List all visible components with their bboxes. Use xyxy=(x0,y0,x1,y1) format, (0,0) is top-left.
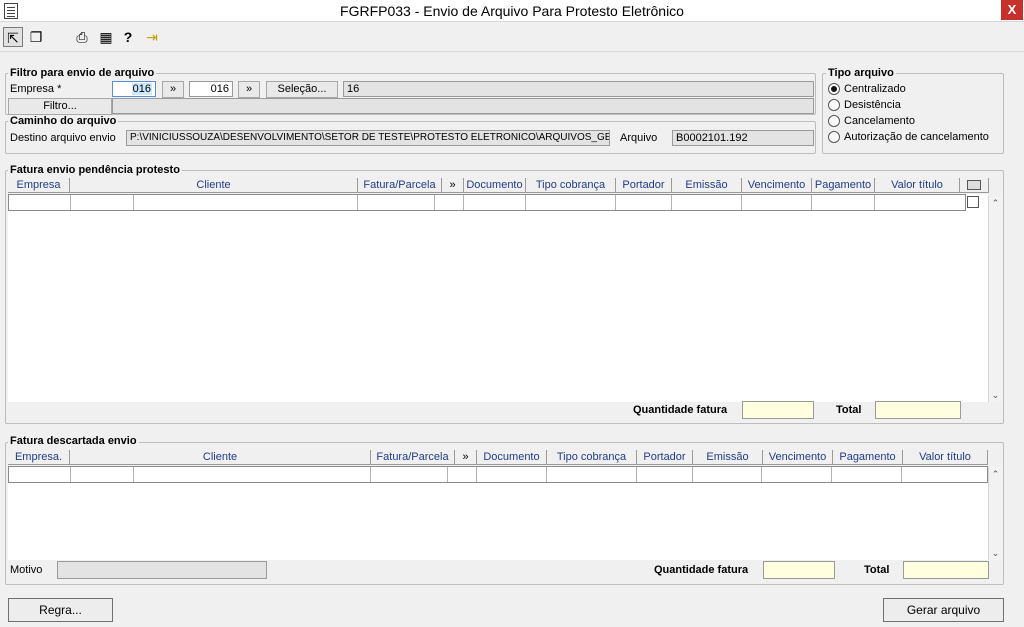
col-valor-titulo[interactable]: Valor título xyxy=(903,450,988,464)
col-tipo-cobranca[interactable]: Tipo cobrança xyxy=(547,450,637,464)
empresa-from-lookup-button[interactable]: » xyxy=(162,81,184,98)
pendencia-total-label: Total xyxy=(836,404,862,416)
arquivo-label: Arquivo xyxy=(620,132,658,144)
descartada-qtd-field xyxy=(763,561,835,579)
col-portador[interactable]: Portador xyxy=(637,450,693,464)
pendencia-scrollbar[interactable]: ⌃ ⌄ xyxy=(988,196,1002,402)
selecao-button[interactable]: Seleção... xyxy=(266,81,338,98)
select-icon[interactable]: ⇱ xyxy=(3,27,23,47)
col-cliente[interactable]: Cliente xyxy=(70,450,371,464)
arquivo-input[interactable]: B0002101.192 xyxy=(672,130,814,146)
descartada-title: Fatura descartada envio xyxy=(8,435,139,447)
col-pagamento[interactable]: Pagamento xyxy=(833,450,903,464)
descartada-total-label: Total xyxy=(864,564,890,576)
col-emissao[interactable]: Emissão xyxy=(672,178,742,192)
radio-cancelamento[interactable]: Cancelamento xyxy=(828,115,915,127)
selecao-display: 16 xyxy=(343,81,814,97)
copy-icon[interactable]: ❐ xyxy=(26,27,46,47)
caminho-title: Caminho do arquivo xyxy=(8,115,119,127)
col-vencimento[interactable]: Vencimento xyxy=(742,178,812,192)
pendencia-qtd-field xyxy=(742,401,814,419)
col-pagamento[interactable]: Pagamento xyxy=(812,178,875,192)
descartada-grid-header: Empresa. Cliente Fatura/Parcela » Docume… xyxy=(8,450,988,465)
window-title: FGRFP033 - Envio de Arquivo Para Protest… xyxy=(340,3,684,19)
col-emissao[interactable]: Emissão xyxy=(693,450,763,464)
pendencia-title: Fatura envio pendência protesto xyxy=(8,164,182,176)
scroll-down-icon[interactable]: ⌄ xyxy=(989,388,1002,402)
col-vencimento[interactable]: Vencimento xyxy=(763,450,833,464)
gerar-arquivo-button[interactable]: Gerar arquivo xyxy=(883,598,1004,622)
radio-desistencia[interactable]: Desistência xyxy=(828,99,901,111)
motivo-label: Motivo xyxy=(10,564,43,576)
empresa-to-input[interactable]: 016 xyxy=(189,81,233,97)
table-row[interactable] xyxy=(8,194,966,211)
empresa-from-input[interactable]: 016 xyxy=(112,81,156,97)
empresa-to-lookup-button[interactable]: » xyxy=(238,81,260,98)
col-empresa[interactable]: Empresa. xyxy=(8,450,70,464)
pendencia-qtd-label: Quantidade fatura xyxy=(633,404,728,416)
col-expand[interactable]: » xyxy=(442,178,464,192)
filtro-display xyxy=(112,98,814,114)
col-valor-titulo[interactable]: Valor título xyxy=(875,178,960,192)
exit-icon[interactable]: ⇥ xyxy=(142,27,162,47)
col-select-all[interactable] xyxy=(960,178,989,192)
destino-label: Destino arquivo envio xyxy=(10,132,116,144)
select-all-icon xyxy=(967,180,981,190)
radio-icon-selected xyxy=(828,83,840,95)
regra-button[interactable]: Regra... xyxy=(8,598,113,622)
col-fatura-parcela[interactable]: Fatura/Parcela xyxy=(371,450,455,464)
title-bar: FGRFP033 - Envio de Arquivo Para Protest… xyxy=(0,0,1024,22)
empresa-label: Empresa * xyxy=(10,83,62,95)
pendencia-grid-body[interactable] xyxy=(8,194,988,402)
toolbar: ⇱ ❐ ⎙ ▦ ? ⇥ xyxy=(0,22,1024,52)
filtro-button[interactable]: Filtro... xyxy=(8,98,112,115)
scroll-up-icon[interactable]: ⌃ xyxy=(989,196,1002,210)
help-icon[interactable]: ? xyxy=(118,27,138,47)
pendencia-total-field xyxy=(875,401,961,419)
motivo-field xyxy=(57,561,267,579)
col-cliente[interactable]: Cliente xyxy=(70,178,358,192)
scroll-up-icon[interactable]: ⌃ xyxy=(989,467,1002,481)
destino-input[interactable]: P:\VINICIUSSOUZA\DESENVOLVIMENTO\SETOR D… xyxy=(126,130,610,146)
descartada-qtd-label: Quantidade fatura xyxy=(654,564,749,576)
scroll-down-icon[interactable]: ⌄ xyxy=(989,546,1002,560)
table-row[interactable] xyxy=(8,466,988,483)
col-documento[interactable]: Documento xyxy=(477,450,547,464)
close-button[interactable]: X xyxy=(1001,0,1023,20)
radio-icon xyxy=(828,131,840,143)
col-portador[interactable]: Portador xyxy=(616,178,672,192)
col-fatura-parcela[interactable]: Fatura/Parcela xyxy=(358,178,442,192)
print-icon[interactable]: ⎙ xyxy=(72,27,92,47)
descartada-scrollbar[interactable]: ⌃ ⌄ xyxy=(988,467,1002,560)
col-expand[interactable]: » xyxy=(455,450,477,464)
tipo-arquivo-title: Tipo arquivo xyxy=(826,67,896,79)
calc-icon[interactable]: ▦ xyxy=(96,27,116,47)
radio-icon xyxy=(828,99,840,111)
col-empresa[interactable]: Empresa xyxy=(8,178,70,192)
filtro-title: Filtro para envio de arquivo xyxy=(8,67,157,79)
descartada-total-field xyxy=(903,561,989,579)
radio-centralizado[interactable]: Centralizado xyxy=(828,83,906,95)
row-checkbox[interactable] xyxy=(967,196,979,208)
radio-autorizacao-cancelamento[interactable]: Autorização de cancelamento xyxy=(828,131,989,143)
col-tipo-cobranca[interactable]: Tipo cobrança xyxy=(526,178,616,192)
radio-icon xyxy=(828,115,840,127)
pendencia-grid-header: Empresa Cliente Fatura/Parcela » Documen… xyxy=(8,178,989,193)
col-documento[interactable]: Documento xyxy=(464,178,526,192)
